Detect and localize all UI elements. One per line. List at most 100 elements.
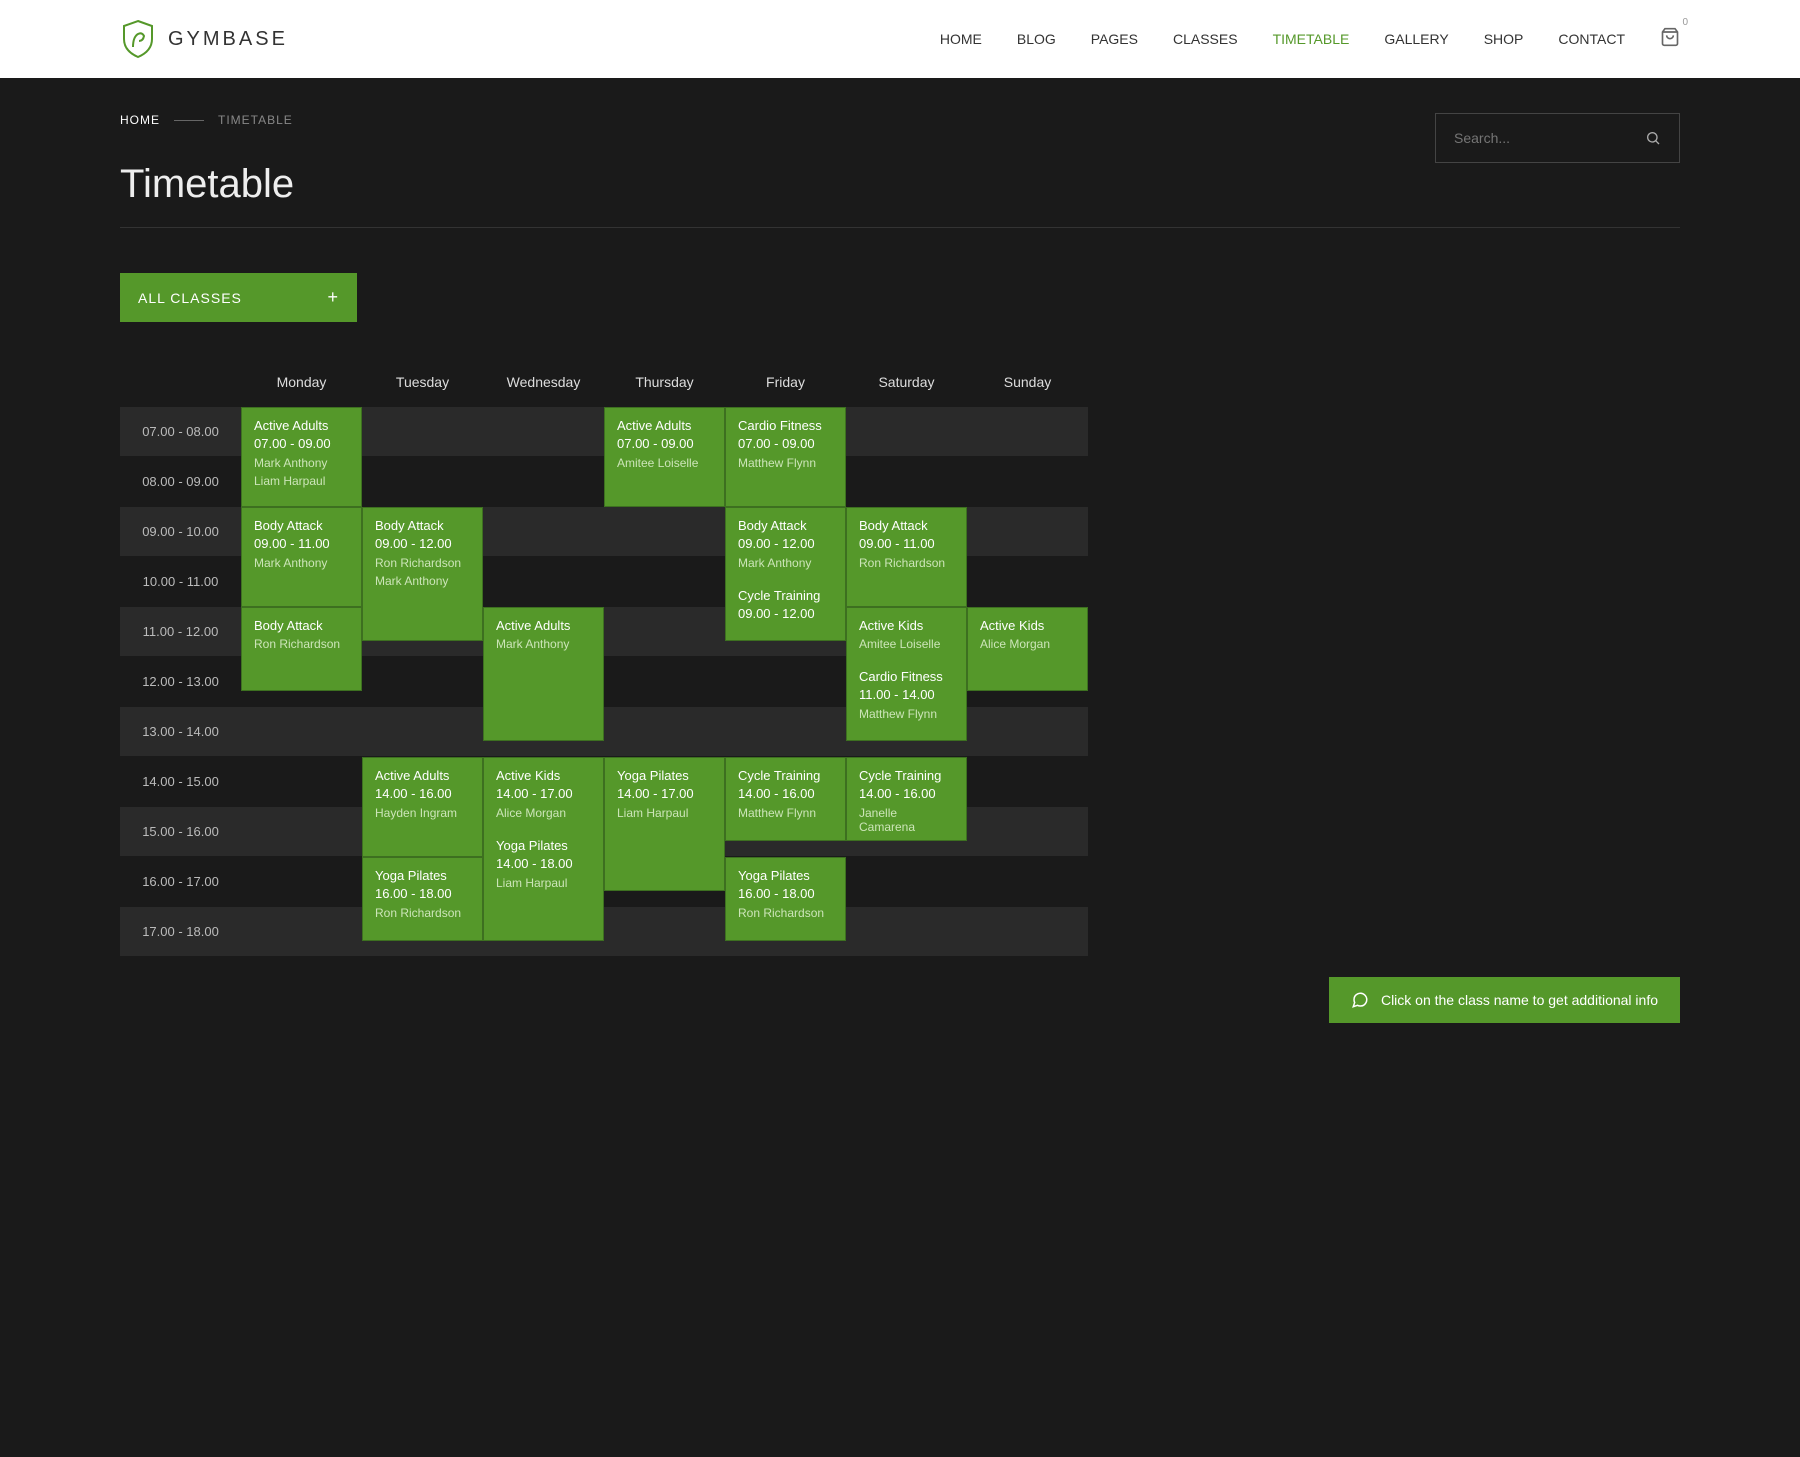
class-event[interactable]: Active Adults07.00 - 09.00Mark AnthonyLi… bbox=[241, 407, 362, 507]
event-trainer: Liam Harpaul bbox=[254, 474, 349, 488]
time-slot: 16.00 - 17.00 bbox=[120, 857, 241, 907]
event-name: Cardio Fitness bbox=[859, 669, 954, 684]
breadcrumb: HOME TIMETABLE bbox=[120, 113, 1435, 127]
event-name: Body Attack bbox=[254, 518, 349, 533]
nav-pages[interactable]: PAGES bbox=[1091, 31, 1138, 47]
event-trainer: Ron Richardson bbox=[375, 556, 470, 570]
class-event[interactable]: Active Adults 07.00 - 09.00 Amitee Loisell… bbox=[604, 407, 725, 507]
event-time: 14.00 - 16.00 bbox=[375, 786, 470, 801]
nav-home[interactable]: HOME bbox=[940, 31, 982, 47]
day-header-thu: Thursday bbox=[604, 357, 725, 407]
cart-button[interactable]: 0 bbox=[1660, 27, 1680, 52]
day-header-fri: Friday bbox=[725, 357, 846, 407]
brand-text: GYMBASE bbox=[168, 28, 288, 51]
event-name: Cycle Training bbox=[738, 768, 833, 783]
event-trainer: Alice Morgan bbox=[496, 806, 591, 820]
event-trainer: Ron Richardson bbox=[859, 556, 954, 570]
event-time: 07.00 - 09.00 bbox=[254, 436, 349, 451]
event-trainer: Mark Anthony bbox=[375, 574, 470, 588]
class-event[interactable]: Active KidsAmitee LoiselleCardio Fitness… bbox=[846, 607, 967, 741]
time-slot: 13.00 - 14.00 bbox=[120, 707, 241, 757]
cart-count: 0 bbox=[1682, 17, 1688, 28]
friday-column: Cardio Fitness07.00 - 09.00Matthew Flynn… bbox=[725, 407, 846, 957]
event-time: 16.00 - 18.00 bbox=[738, 886, 833, 901]
event-trainer: Matthew Flynn bbox=[738, 806, 833, 820]
time-slot: 08.00 - 09.00 bbox=[120, 457, 241, 507]
event-name: Body Attack bbox=[375, 518, 470, 533]
chat-icon bbox=[1351, 991, 1369, 1009]
thursday-column: Active Adults 07.00 - 09.00 Amitee Loisell… bbox=[604, 407, 725, 957]
class-event[interactable]: Cardio Fitness07.00 - 09.00Matthew Flynn bbox=[725, 407, 846, 507]
class-event[interactable]: Body Attack09.00 - 12.00Mark AnthonyCycl… bbox=[725, 507, 846, 641]
nav-gallery[interactable]: GALLERY bbox=[1384, 31, 1448, 47]
time-slot: 09.00 - 10.00 bbox=[120, 507, 241, 557]
time-slot: 11.00 - 12.00 bbox=[120, 607, 241, 657]
event-name: Active Adults bbox=[496, 618, 591, 633]
class-event[interactable]: Yoga Pilates16.00 - 18.00Ron Richardson bbox=[362, 857, 483, 941]
logo[interactable]: GYMBASE bbox=[120, 19, 288, 59]
event-time: 14.00 - 18.00 bbox=[496, 856, 591, 871]
info-text: Click on the class name to get additiona… bbox=[1381, 992, 1658, 1008]
breadcrumb-home[interactable]: HOME bbox=[120, 113, 160, 127]
class-event[interactable]: Active AdultsMark Anthony bbox=[483, 607, 604, 741]
event-trainer: Alice Morgan bbox=[980, 637, 1075, 651]
event-trainer: Mark Anthony bbox=[738, 556, 833, 570]
timetable-header: Monday Tuesday Wednesday Thursday Friday… bbox=[120, 357, 1680, 407]
nav-timetable[interactable]: TIMETABLE bbox=[1273, 31, 1350, 47]
nav-contact[interactable]: CONTACT bbox=[1558, 31, 1625, 47]
nav-blog[interactable]: BLOG bbox=[1017, 31, 1056, 47]
event-time: 09.00 - 12.00 bbox=[375, 536, 470, 551]
time-slot: 15.00 - 16.00 bbox=[120, 807, 241, 857]
event-trainer: Matthew Flynn bbox=[738, 456, 833, 470]
class-event[interactable]: Body Attack09.00 - 11.00Mark Anthony bbox=[241, 507, 362, 607]
time-slot: 10.00 - 11.00 bbox=[120, 557, 241, 607]
event-trainer: Liam Harpaul bbox=[617, 806, 712, 820]
event-trainer: Ron Richardson bbox=[254, 637, 349, 651]
event-name: Cardio Fitness bbox=[738, 418, 833, 433]
search-icon[interactable] bbox=[1645, 130, 1661, 146]
class-event[interactable]: Body Attack 09.00 - 12.00 Ron Richardson Ma… bbox=[362, 507, 483, 641]
class-event[interactable]: Body Attack09.00 - 11.00Ron Richardson bbox=[846, 507, 967, 607]
saturday-column: Body Attack09.00 - 11.00Ron RichardsonAc… bbox=[846, 407, 967, 957]
monday-column: Active Adults07.00 - 09.00Mark AnthonyLi… bbox=[241, 407, 362, 957]
search-box[interactable] bbox=[1435, 113, 1680, 163]
event-name: Body Attack bbox=[254, 618, 349, 633]
event-name: Cycle Training bbox=[859, 768, 954, 783]
nav-shop[interactable]: SHOP bbox=[1484, 31, 1524, 47]
event-time: 09.00 - 11.00 bbox=[859, 536, 954, 551]
nav-classes[interactable]: CLASSES bbox=[1173, 31, 1238, 47]
breadcrumb-separator bbox=[174, 120, 204, 121]
event-trainer: Mark Anthony bbox=[254, 456, 349, 470]
class-event[interactable]: Cycle Training14.00 - 16.00Matthew Flynn bbox=[725, 757, 846, 841]
search-input[interactable] bbox=[1454, 130, 1645, 146]
event-time: 09.00 - 12.00 bbox=[738, 606, 833, 621]
day-header-sat: Saturday bbox=[846, 357, 967, 407]
day-header-mon: Monday bbox=[241, 357, 362, 407]
time-slot: 14.00 - 15.00 bbox=[120, 757, 241, 807]
cart-icon bbox=[1660, 27, 1680, 47]
class-event[interactable]: Yoga Pilates16.00 - 18.00Ron Richardson bbox=[725, 857, 846, 941]
event-name: Yoga Pilates bbox=[738, 868, 833, 883]
info-bar: Click on the class name to get additiona… bbox=[1329, 977, 1680, 1023]
filter-classes-button[interactable]: ALL CLASSES + bbox=[120, 273, 357, 322]
breadcrumb-current: TIMETABLE bbox=[218, 113, 293, 127]
day-header-sun: Sunday bbox=[967, 357, 1088, 407]
event-name: Cycle Training bbox=[738, 588, 833, 603]
event-trainer: Amitee Loiselle bbox=[617, 456, 712, 470]
event-trainer: Janelle Camarena bbox=[859, 806, 954, 834]
timetable: Monday Tuesday Wednesday Thursday Friday… bbox=[120, 357, 1680, 957]
class-event[interactable]: Active KidsAlice Morgan bbox=[967, 607, 1088, 691]
time-slot: 17.00 - 18.00 bbox=[120, 907, 241, 957]
class-event[interactable]: Active Kids14.00 - 17.00Alice MorganYoga… bbox=[483, 757, 604, 941]
event-time: 07.00 - 09.00 bbox=[617, 436, 712, 451]
class-event[interactable]: Body Attack Ron Richardson bbox=[241, 607, 362, 691]
wednesday-column: Active AdultsMark Anthony Active Kids14.0… bbox=[483, 407, 604, 957]
header: GYMBASE HOME BLOG PAGES CLASSES TIMETABL… bbox=[0, 0, 1800, 78]
event-name: Active Adults bbox=[617, 418, 712, 433]
class-event[interactable]: Yoga Pilates14.00 - 17.00Liam Harpaul bbox=[604, 757, 725, 891]
time-slot: 07.00 - 08.00 bbox=[120, 407, 241, 457]
event-time: 09.00 - 11.00 bbox=[254, 536, 349, 551]
class-event[interactable]: Active Adults14.00 - 16.00Hayden Ingram bbox=[362, 757, 483, 857]
event-time: 16.00 - 18.00 bbox=[375, 886, 470, 901]
class-event[interactable]: Cycle Training14.00 - 16.00Janelle Camar… bbox=[846, 757, 967, 841]
